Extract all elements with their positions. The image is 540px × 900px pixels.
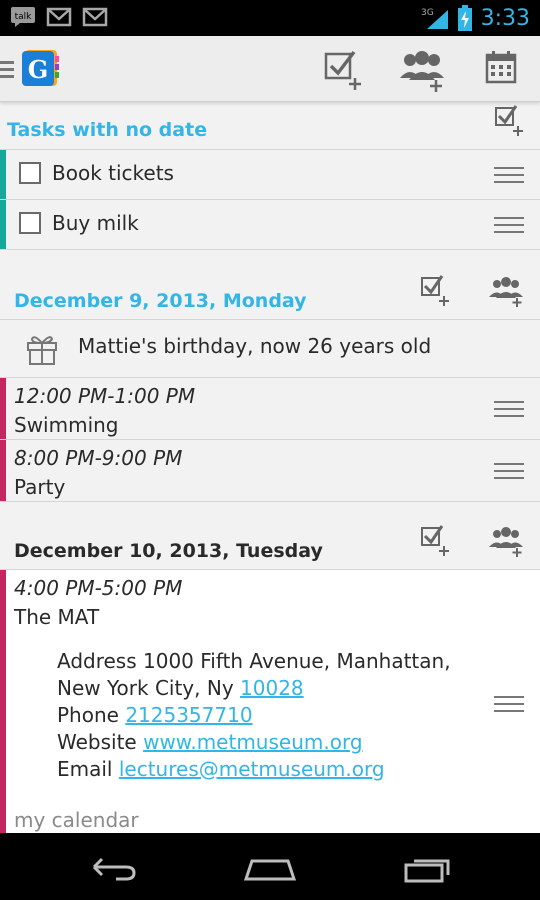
- gmail-icon: [82, 7, 108, 27]
- status-bar: talk 3G 3:33: [0, 0, 540, 36]
- email-link[interactable]: lectures@metmuseum.org: [119, 757, 385, 781]
- event-row[interactable]: 8:00 PM-9:00 PM Party: [0, 440, 540, 502]
- event-color-bar: [0, 570, 6, 833]
- logo-letter: G: [28, 55, 49, 84]
- address-line1: Address 1000 Fifth Avenue, Manhattan,: [57, 649, 451, 673]
- menu-icon[interactable]: [0, 58, 14, 80]
- event-time: 4:00 PM-5:00 PM: [14, 576, 183, 600]
- back-icon[interactable]: [82, 849, 142, 885]
- event-row-expanded[interactable]: 4:00 PM-5:00 PM The MAT Address 1000 Fif…: [0, 570, 540, 833]
- event-title: The MAT: [14, 605, 100, 629]
- recent-apps-icon[interactable]: [398, 849, 458, 885]
- birthday-row[interactable]: Mattie's birthday, now 26 years old: [0, 320, 540, 378]
- calendar-name: my calendar: [14, 808, 139, 832]
- task-checkbox[interactable]: [19, 162, 41, 184]
- drag-handle-icon[interactable]: [494, 696, 524, 712]
- add-task-icon[interactable]: [320, 44, 370, 94]
- battery-charging-icon: [457, 5, 472, 31]
- navigation-bar: [0, 833, 540, 900]
- day-title: December 9, 2013, Monday: [14, 290, 307, 312]
- event-time: 12:00 PM-1:00 PM: [14, 384, 196, 408]
- calendar-icon[interactable]: [478, 44, 528, 94]
- talk-icon: talk: [11, 7, 35, 27]
- add-task-icon[interactable]: [492, 102, 528, 138]
- add-task-icon[interactable]: [418, 272, 454, 308]
- event-color-bar: [0, 378, 6, 439]
- section-header-tasks: Tasks with no date: [0, 102, 540, 150]
- task-row[interactable]: Buy milk: [0, 200, 540, 250]
- address-city: New York City, Ny: [57, 676, 241, 700]
- drag-handle-icon[interactable]: [494, 401, 524, 417]
- phone-link[interactable]: 2125357710: [125, 703, 252, 727]
- task-label: Book tickets: [52, 161, 174, 185]
- drag-handle-icon[interactable]: [494, 167, 524, 183]
- talk-icon-label: talk: [15, 12, 33, 22]
- app-logo-icon[interactable]: G: [22, 48, 60, 88]
- add-contact-icon[interactable]: [398, 44, 448, 94]
- event-title: Party: [14, 475, 66, 499]
- task-color-bar: [0, 200, 6, 249]
- section-header-day: December 9, 2013, Monday: [0, 275, 540, 320]
- add-contact-icon[interactable]: [488, 272, 524, 308]
- drag-handle-icon[interactable]: [494, 463, 524, 479]
- 3g-signal-icon: 3G: [421, 8, 448, 29]
- action-bar: G: [0, 36, 540, 102]
- event-title: Swimming: [14, 413, 119, 437]
- zip-link[interactable]: 10028: [240, 676, 304, 700]
- gift-icon: [27, 336, 57, 365]
- task-color-bar: [0, 150, 6, 199]
- event-address: Address 1000 Fifth Avenue, Manhattan, Ne…: [57, 648, 451, 783]
- phone-label: Phone: [57, 703, 126, 727]
- website-label: Website: [57, 730, 144, 754]
- home-icon[interactable]: [240, 849, 300, 885]
- section-title: Tasks with no date: [7, 119, 208, 141]
- birthday-label: Mattie's birthday, now 26 years old: [78, 334, 432, 358]
- day-title: December 10, 2013, Tuesday: [14, 540, 323, 562]
- event-color-bar: [0, 440, 6, 501]
- address-line2: New York City, Ny 10028: [57, 675, 451, 702]
- drag-handle-icon[interactable]: [494, 217, 524, 233]
- website-link[interactable]: www.metmuseum.org: [143, 730, 362, 754]
- section-header-day: December 10, 2013, Tuesday: [0, 525, 540, 570]
- clock: 3:33: [480, 5, 530, 31]
- website-line: Website www.metmuseum.org: [57, 729, 451, 756]
- gmail-icon: [46, 7, 72, 27]
- event-row[interactable]: 12:00 PM-1:00 PM Swimming: [0, 378, 540, 440]
- task-label: Buy milk: [52, 211, 139, 235]
- email-line: Email lectures@metmuseum.org: [57, 756, 451, 783]
- add-contact-icon[interactable]: [488, 522, 524, 558]
- task-checkbox[interactable]: [19, 212, 41, 234]
- task-row[interactable]: Book tickets: [0, 150, 540, 200]
- phone-line: Phone 2125357710: [57, 702, 451, 729]
- agenda-list[interactable]: Tasks with no date Book tickets Buy milk…: [0, 102, 540, 833]
- add-task-icon[interactable]: [418, 522, 454, 558]
- event-time: 8:00 PM-9:00 PM: [14, 446, 183, 470]
- email-label: Email: [57, 757, 119, 781]
- network-label: 3G: [421, 8, 434, 18]
